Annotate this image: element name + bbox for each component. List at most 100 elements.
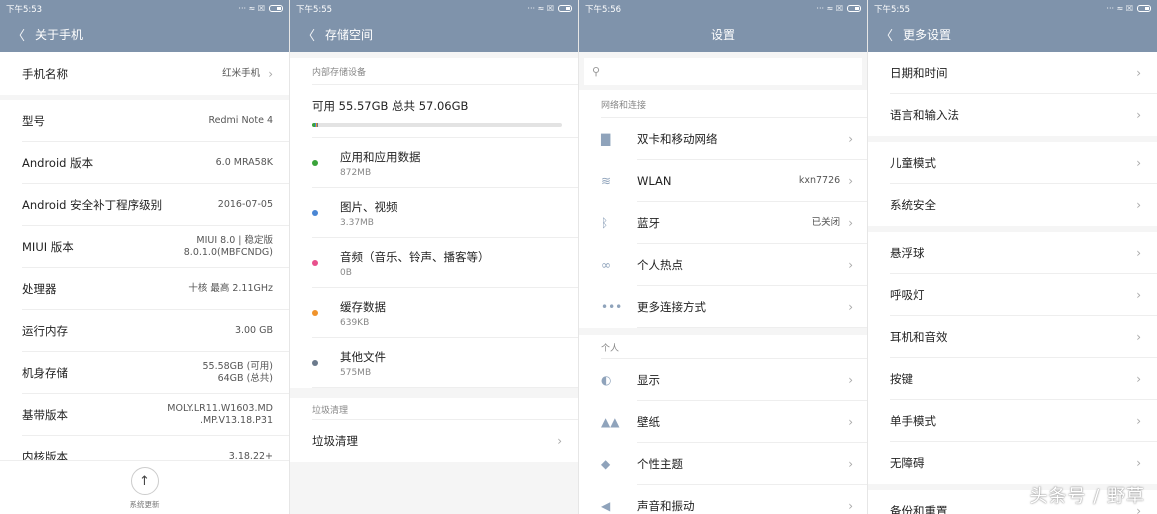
usage-segment <box>317 123 319 127</box>
hotspot-icon: ∞ <box>601 258 611 272</box>
page-title: 存储空间 <box>325 28 374 42</box>
settings-item[interactable]: 按键 › <box>868 358 1157 400</box>
chevron-right-icon: › <box>1136 330 1141 344</box>
color-dot-icon <box>312 210 318 216</box>
settings-item[interactable]: 儿童模式 › <box>868 142 1157 184</box>
settings-screen: 下午5:56 ··· ≈ ☒ 设置 ⚲ 网络和连接 ▇ 双卡和移动网络 › ≋ WLAN kx… <box>579 0 867 514</box>
chevron-right-icon: › <box>557 434 562 448</box>
storage-category[interactable]: 音频（音乐、铃声、播客等） 0B <box>290 238 578 288</box>
page-title: 设置 <box>710 28 735 42</box>
chevron-right-icon: › <box>1136 66 1141 80</box>
chevron-right-icon: › <box>848 300 853 314</box>
header: 〈存储空间 <box>290 17 578 52</box>
chevron-right-icon: › <box>848 216 853 230</box>
chevron-right-icon: › <box>848 174 853 188</box>
bottom-bar: ↑ 系统更新 <box>0 460 289 514</box>
settings-item[interactable]: ▲▲ 壁纸 › <box>579 401 867 443</box>
settings-item[interactable]: 系统安全 › <box>868 184 1157 226</box>
storage-category[interactable]: 图片、视频 3.37MB <box>290 188 578 238</box>
storage-category[interactable]: 其他文件 575MB <box>290 338 578 388</box>
wallpaper-icon: ▲▲ <box>601 415 620 429</box>
status-bar: 下午5:55 ··· ≈ ☒ <box>868 0 1157 17</box>
section-label: 垃圾清理 <box>290 398 578 420</box>
settings-item[interactable]: 悬浮球 › <box>868 232 1157 274</box>
phone-name-row[interactable]: 手机名称 红米手机 › <box>0 52 289 95</box>
status-bar: 下午5:55 ··· ≈ ☒ <box>290 0 578 17</box>
color-dot-icon <box>312 360 318 366</box>
sim-icon: ▇ <box>601 132 611 146</box>
settings-item[interactable]: 语言和输入法 › <box>868 94 1157 136</box>
page-title: 更多设置 <box>903 28 952 42</box>
info-row: 型号 Redmi Note 4 <box>0 100 289 142</box>
chevron-right-icon: › <box>1136 198 1141 212</box>
battery-icon <box>1137 5 1151 12</box>
settings-item[interactable]: 无障碍 › <box>868 442 1157 484</box>
color-dot-icon <box>312 160 318 166</box>
settings-item[interactable]: ◐ 显示 › <box>579 359 867 401</box>
settings-item[interactable]: ᛒ 蓝牙 已关闭 › <box>579 202 867 244</box>
storage-usage-bar <box>312 123 562 127</box>
settings-item[interactable]: 呼吸灯 › <box>868 274 1157 316</box>
status-bar: 下午5:56 ··· ≈ ☒ <box>579 0 867 17</box>
section-label: 个人 <box>579 335 867 359</box>
sound-icon: ◀ <box>601 499 611 513</box>
info-row: MIUI 版本 MIUI 8.0 | 稳定版 8.0.1.0(MBFCNDG) <box>0 226 289 268</box>
status-bar: 下午5:53 ··· ≈ ☒ <box>0 0 289 17</box>
section-label: 网络和连接 <box>579 90 867 118</box>
arrow-up-icon: ↑ <box>139 473 150 489</box>
settings-item[interactable]: ≋ WLAN kxn7726 › <box>579 160 867 202</box>
wifi-icon: ≋ <box>601 174 612 188</box>
header: 〈关于手机 <box>0 17 289 52</box>
storage-category[interactable]: 应用和应用数据 872MB <box>290 138 578 188</box>
header: 〈更多设置 <box>868 17 1157 52</box>
chevron-right-icon: › <box>848 132 853 146</box>
settings-item[interactable]: 耳机和音效 › <box>868 316 1157 358</box>
settings-item[interactable]: ▇ 双卡和移动网络 › <box>579 118 867 160</box>
theme-icon: ◆ <box>601 457 611 471</box>
chevron-right-icon: › <box>848 415 853 429</box>
search-input[interactable]: ⚲ <box>584 58 862 85</box>
section-label: 内部存储设备 <box>290 58 578 85</box>
info-row: 基带版本 MOLY.LR11.W1603.MD .MP.V13.18.P31 <box>0 394 289 436</box>
page-title: 关于手机 <box>35 28 84 42</box>
back-icon[interactable]: 〈 <box>12 25 25 44</box>
chevron-right-icon: › <box>848 499 853 513</box>
color-dot-icon <box>312 310 318 316</box>
more-icon: ••• <box>601 300 623 314</box>
settings-item[interactable]: ◆ 个性主题 › <box>579 443 867 485</box>
chevron-right-icon: › <box>1136 372 1141 386</box>
storage-screen: 下午5:55 ··· ≈ ☒ 〈存储空间 内部存储设备 可用 55.57GB 总共… <box>290 0 578 514</box>
storage-summary: 可用 55.57GB 总共 57.06GB <box>290 85 578 138</box>
settings-item[interactable]: ◀ 声音和振动 › <box>579 485 867 514</box>
back-icon[interactable]: 〈 <box>302 25 315 44</box>
settings-item[interactable]: ∞ 个人热点 › <box>579 244 867 286</box>
header: 设置 <box>579 17 867 52</box>
settings-item[interactable]: 单手模式 › <box>868 400 1157 442</box>
settings-item[interactable]: ••• 更多连接方式 › <box>579 286 867 328</box>
settings-item[interactable]: 日期和时间 › <box>868 52 1157 94</box>
chevron-right-icon: › <box>1136 414 1141 428</box>
about-phone-screen: 下午5:53 ··· ≈ ☒ 〈关于手机 手机名称 红米手机 › 型号 Redmi No… <box>0 0 289 514</box>
clean-row[interactable]: 垃圾清理 › <box>290 420 578 462</box>
system-update-button[interactable]: ↑ <box>130 467 159 495</box>
search-icon: ⚲ <box>592 65 601 78</box>
info-row: 机身存储 55.58GB (可用) 64GB (总共) <box>0 352 289 394</box>
chevron-right-icon: › <box>268 66 273 81</box>
chevron-right-icon: › <box>848 373 853 387</box>
storage-category[interactable]: 缓存数据 639KB <box>290 288 578 338</box>
battery-icon <box>558 5 572 12</box>
color-dot-icon <box>312 260 318 266</box>
display-icon: ◐ <box>601 373 612 387</box>
chevron-right-icon: › <box>848 258 853 272</box>
info-row: Android 安全补丁程序级别 2016-07-05 <box>0 184 289 226</box>
info-row: Android 版本 6.0 MRA58K <box>0 142 289 184</box>
back-icon[interactable]: 〈 <box>880 25 893 44</box>
info-row: 运行内存 3.00 GB <box>0 310 289 352</box>
info-row: 处理器 十核 最高 2.11GHz <box>0 268 289 310</box>
battery-icon <box>847 5 861 12</box>
chevron-right-icon: › <box>1136 156 1141 170</box>
more-settings-screen: 下午5:55 ··· ≈ ☒ 〈更多设置 日期和时间 › 语言和输入法 › 儿童模式 › 系统… <box>868 0 1157 514</box>
battery-icon <box>269 5 283 12</box>
watermark: 头条号 / 野草 <box>1029 486 1145 507</box>
status-icons: ··· ≈ ☒ <box>238 4 283 13</box>
